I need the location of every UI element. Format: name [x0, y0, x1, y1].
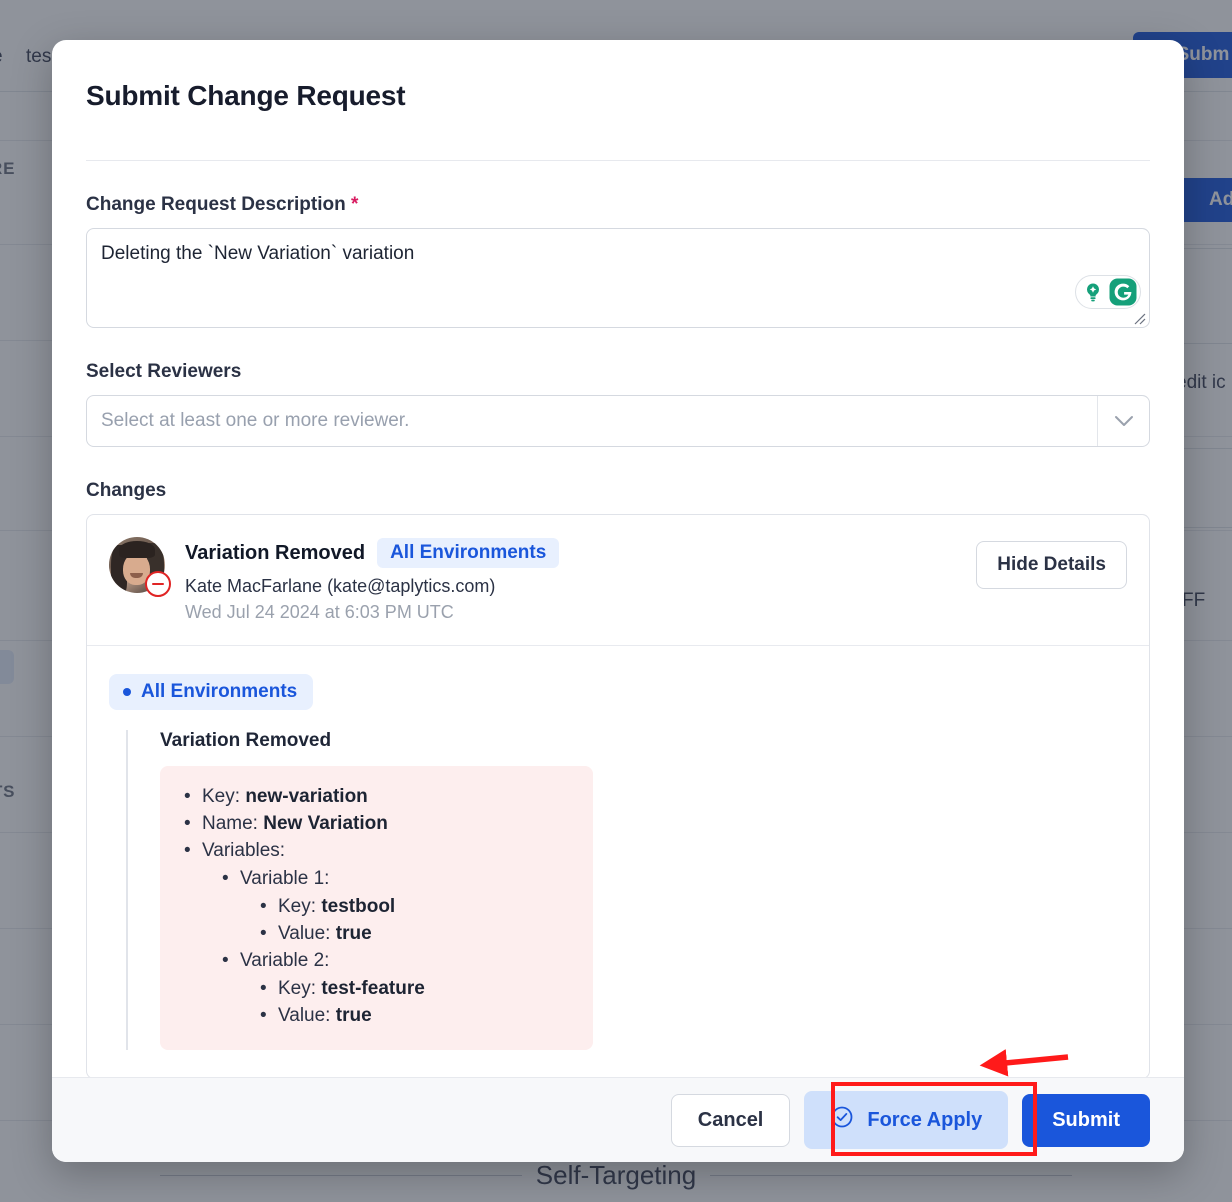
item-value: test-feature [321, 978, 424, 999]
item-label: Value: [278, 1005, 330, 1026]
changes-label: Changes [86, 480, 1150, 502]
list-item: Variables: Variable 1: Key: testbool [182, 838, 571, 1030]
description-label-text: Change Request Description [86, 194, 346, 215]
dot-icon [123, 688, 131, 696]
details-list: Key: new-variation Name: New Variation V… [182, 784, 571, 1030]
item-label: Name: [202, 813, 258, 834]
list-item: Name: New Variation [182, 811, 571, 838]
list-item: Value: true [258, 921, 571, 948]
list-item: Variable 1: Key: testbool Value: [220, 866, 571, 948]
variable-title: Variable 1: [240, 868, 329, 889]
change-entry-header: Variation Removed All Environments Kate … [87, 515, 1149, 646]
force-apply-label: Force Apply [867, 1109, 982, 1132]
item-label: Key: [278, 896, 316, 917]
item-label: Value: [278, 923, 330, 944]
environment-tag-label: All Environments [141, 681, 297, 703]
environment-tag[interactable]: All Environments [109, 674, 313, 710]
hide-details-button[interactable]: Hide Details [976, 541, 1127, 589]
modal-footer: Cancel Force Apply Submit [52, 1077, 1184, 1162]
submit-button[interactable]: Submit [1022, 1094, 1150, 1147]
check-circle-icon [830, 1105, 854, 1135]
removed-details-box: Key: new-variation Name: New Variation V… [160, 766, 593, 1050]
minus-circle-icon [145, 571, 171, 597]
variable-fields: Key: test-feature Value: true [258, 976, 571, 1030]
chevron-down-icon[interactable] [1097, 396, 1149, 446]
variables-list: Variable 1: Key: testbool Value: [220, 866, 571, 1030]
list-item: Key: testbool [258, 894, 571, 921]
change-entry-meta: Variation Removed All Environments Kate … [185, 537, 559, 623]
change-title-row: Variation Removed All Environments [185, 538, 559, 568]
reviewers-placeholder: Select at least one or more reviewer. [87, 410, 1097, 432]
item-label: Key: [202, 786, 240, 807]
change-entry-title: Variation Removed [185, 542, 365, 565]
variable-fields: Key: testbool Value: true [258, 894, 571, 948]
changes-card: Variation Removed All Environments Kate … [86, 514, 1150, 1077]
required-asterisk: * [351, 194, 358, 215]
reviewers-select[interactable]: Select at least one or more reviewer. [86, 395, 1150, 447]
list-item: Value: true [258, 1003, 571, 1030]
submit-change-request-modal: Submit Change Request Change Request Des… [52, 40, 1184, 1162]
item-value: testbool [321, 896, 395, 917]
item-value: true [336, 923, 372, 944]
list-item: Variable 2: Key: test-feature Value: [220, 948, 571, 1030]
modal-title: Submit Change Request [86, 40, 1150, 112]
force-apply-button[interactable]: Force Apply [804, 1091, 1008, 1149]
list-item: Key: test-feature [258, 976, 571, 1003]
details-heading: Variation Removed [160, 730, 1127, 752]
description-textarea[interactable]: Deleting the `New Variation` variation [86, 228, 1150, 328]
item-value: true [336, 1005, 372, 1026]
item-value: new-variation [245, 786, 367, 807]
cancel-button[interactable]: Cancel [671, 1094, 791, 1147]
item-label: Key: [278, 978, 316, 999]
description-value: Deleting the `New Variation` variation [101, 243, 414, 265]
lightbulb-icon[interactable] [1079, 278, 1107, 306]
reviewers-label: Select Reviewers [86, 361, 1150, 383]
list-item: Key: new-variation [182, 784, 571, 811]
description-label: Change Request Description * [86, 194, 1150, 216]
grammarly-widget[interactable] [1075, 275, 1141, 309]
avatar [109, 537, 165, 593]
resize-handle-icon[interactable] [1132, 311, 1146, 325]
variable-title: Variable 2: [240, 950, 329, 971]
change-entry-author: Kate MacFarlane (kate@taplytics.com) [185, 576, 559, 597]
change-entry-timestamp: Wed Jul 24 2024 at 6:03 PM UTC [185, 602, 559, 623]
grammarly-icon[interactable] [1109, 278, 1137, 306]
change-details-panel: All Environments Variation Removed Key: … [87, 646, 1149, 1077]
change-environment-chip: All Environments [377, 538, 559, 568]
title-divider [86, 160, 1150, 161]
details-indent-block: Variation Removed Key: new-variation Nam… [126, 730, 1127, 1050]
item-value: New Variation [263, 813, 388, 834]
modal-body: Submit Change Request Change Request Des… [52, 40, 1184, 1077]
item-label: Variables: [202, 840, 285, 861]
